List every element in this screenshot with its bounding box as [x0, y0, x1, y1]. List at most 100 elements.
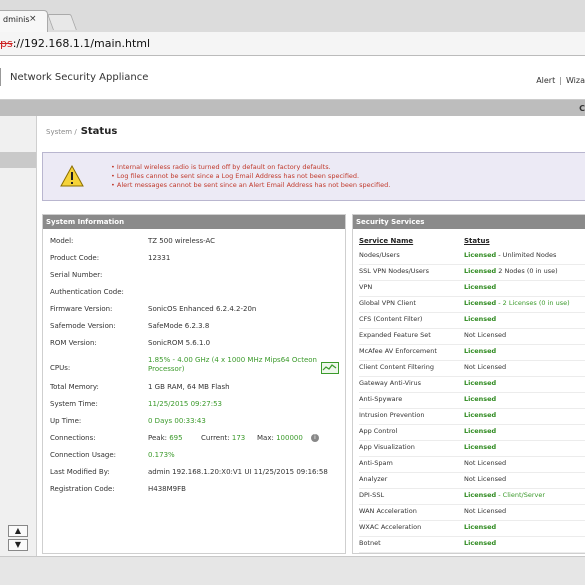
service-status-text: Licensed	[464, 443, 497, 451]
service-status: Not Licensed	[464, 507, 506, 515]
band-edge-text: C	[579, 104, 585, 113]
service-status: Licensed	[464, 411, 496, 419]
service-name: Analyzer	[359, 475, 388, 483]
service-name: Intrusion Prevention	[359, 411, 425, 419]
table-row: Gateway Anti-Virus Licensed	[359, 377, 585, 393]
cpus-value: 1.85% - 4.00 GHz (4 x 1000 MHz Mips64 Oc…	[148, 356, 317, 374]
service-status: Licensed - Unlimited Nodes	[464, 251, 556, 259]
service-name-column-header[interactable]: Service Name	[359, 237, 413, 245]
service-status-text: Licensed	[464, 411, 497, 419]
last-modified-label: Last Modified By:	[50, 468, 110, 476]
address-bar[interactable]: ps://192.168.1.1/main.html	[0, 32, 585, 56]
service-status: Licensed	[464, 539, 496, 547]
security-services-panel: Security Services Service Name Status No…	[352, 214, 585, 554]
total-memory-row: Total Memory: 1 GB RAM, 64 MB Flash	[50, 383, 340, 399]
service-status-text: Licensed	[464, 523, 497, 531]
authentication-code-row: Authentication Code:	[50, 288, 340, 304]
connections-row: Connections: Peak: 695 Current: 173 Max:…	[50, 434, 340, 450]
table-row: Client Content Filtering Not Licensed	[359, 361, 585, 377]
system-time-label: System Time:	[50, 400, 98, 408]
connections-peak: Peak: 695	[148, 434, 183, 442]
cpus-value-line1: 1.85% - 4.00 GHz (4 x 1000 MHz Mips64 Oc…	[148, 356, 317, 364]
browser-tab[interactable]: dminis	[0, 10, 48, 32]
table-row: Analyzer Not Licensed	[359, 473, 585, 489]
table-row: Global VPN Client Licensed - 2 Licenses (…	[359, 297, 585, 313]
serial-number-label: Serial Number:	[50, 271, 103, 279]
table-row: CFS (Content Filter) Licensed	[359, 313, 585, 329]
table-row: Nodes/Users Licensed - Unlimited Nodes	[359, 249, 585, 265]
security-services-title: Security Services	[353, 215, 585, 229]
table-row: App Visualization Licensed	[359, 441, 585, 457]
safemode-version-value: SafeMode 6.2.3.8	[148, 322, 210, 330]
service-status: Not Licensed	[464, 331, 506, 339]
service-name: Anti-Spam	[359, 459, 393, 467]
table-row: WAN Acceleration Not Licensed	[359, 505, 585, 521]
breadcrumb-section[interactable]: System /	[46, 128, 77, 136]
url-protocol: ps	[0, 37, 13, 50]
left-nav-selected-item[interactable]	[0, 152, 36, 168]
service-name: Expanded Feature Set	[359, 331, 431, 339]
current-value: 173	[231, 434, 246, 442]
table-row: McAfee AV Enforcement Licensed	[359, 345, 585, 361]
cpu-monitor-icon[interactable]	[321, 362, 339, 374]
url-text[interactable]: ps://192.168.1.1/main.html	[0, 37, 150, 50]
breadcrumb: System / Status	[46, 126, 117, 137]
up-time-value: 0 Days 00:33:43	[148, 417, 206, 425]
arrow-up-icon[interactable]: ▲	[8, 525, 28, 537]
table-row: App Control Licensed	[359, 425, 585, 441]
close-tab-icon[interactable]: ×	[29, 14, 37, 24]
service-status-text: Not Licensed	[464, 507, 507, 515]
service-name: WXAC Acceleration	[359, 523, 422, 531]
service-status-detail: - Unlimited Nodes	[496, 251, 557, 259]
service-name: Anti-Spyware	[359, 395, 403, 403]
registration-code-label: Registration Code:	[50, 485, 115, 493]
firmware-version-value: SonicOS Enhanced 6.2.4.2-20n	[148, 305, 257, 313]
app-header: Network Security Appliance Alert | Wiza	[0, 56, 585, 100]
table-row: SSL VPN Nodes/Users Licensed 2 Nodes (0 i…	[359, 265, 585, 281]
service-name: VPN	[359, 283, 373, 291]
service-status-text: Licensed	[464, 283, 497, 291]
service-status-detail: - 2 Licenses (0 in use)	[496, 299, 570, 307]
wizards-link[interactable]: Wiza	[566, 76, 585, 85]
table-row: VPN Licensed	[359, 281, 585, 297]
table-row: Intrusion Prevention Licensed	[359, 409, 585, 425]
system-information-panel: System Information Model: TZ 500 wireles…	[42, 214, 346, 554]
cpus-value-line2: Processor)	[148, 365, 185, 373]
service-status: Not Licensed	[464, 363, 506, 371]
service-status-text: Licensed	[464, 395, 497, 403]
service-status: Licensed	[464, 427, 496, 435]
service-status: Licensed	[464, 379, 496, 387]
last-modified-value: admin 192.168.1.20:X0:V1 UI 11/25/2015 0…	[148, 468, 328, 476]
table-row: WXAC Acceleration Licensed	[359, 521, 585, 537]
service-status: Licensed	[464, 443, 496, 451]
url-host-path: ://192.168.1.1/main.html	[12, 37, 151, 50]
new-tab-button[interactable]	[47, 14, 77, 30]
service-status-text: Licensed	[464, 315, 497, 323]
safemode-version-row: Safemode Version: SafeMode 6.2.3.8	[50, 322, 340, 338]
info-icon[interactable]: i	[311, 434, 319, 442]
model-value: TZ 500 wireless-AC	[148, 237, 216, 245]
service-name: Client Content Filtering	[359, 363, 434, 371]
service-status: Not Licensed	[464, 459, 506, 467]
alert-link[interactable]: Alert	[536, 76, 555, 85]
service-status: Licensed 2 Nodes (0 in use)	[464, 267, 558, 275]
connection-usage-value: 0.173%	[148, 451, 175, 459]
status-column-header[interactable]: Status	[464, 237, 490, 245]
page-title: Status	[80, 126, 118, 137]
serial-number-row: Serial Number:	[50, 271, 340, 287]
cpus-row: CPUs: 1.85% - 4.00 GHz (4 x 1000 MHz Mip…	[50, 356, 340, 380]
table-row: Anti-Spyware Licensed	[359, 393, 585, 409]
service-status-text: Licensed	[464, 491, 497, 499]
service-name: McAfee AV Enforcement	[359, 347, 437, 355]
registration-code-value: H438M9FB	[148, 485, 186, 493]
table-row: Expanded Feature Set Not Licensed	[359, 329, 585, 345]
service-status-text: Not Licensed	[464, 331, 507, 339]
rom-version-value: SonicROM 5.6.1.0	[148, 339, 211, 347]
app-name: Network Security Appliance	[10, 72, 149, 83]
service-status: Licensed	[464, 283, 496, 291]
alert-message: Internal wireless radio is turned off by…	[111, 163, 390, 172]
service-status: Licensed	[464, 347, 496, 355]
arrow-down-icon[interactable]: ▼	[8, 539, 28, 551]
table-row: DPI-SSL Licensed - Client/Server	[359, 489, 585, 505]
alert-box: Internal wireless radio is turned off by…	[42, 152, 585, 201]
